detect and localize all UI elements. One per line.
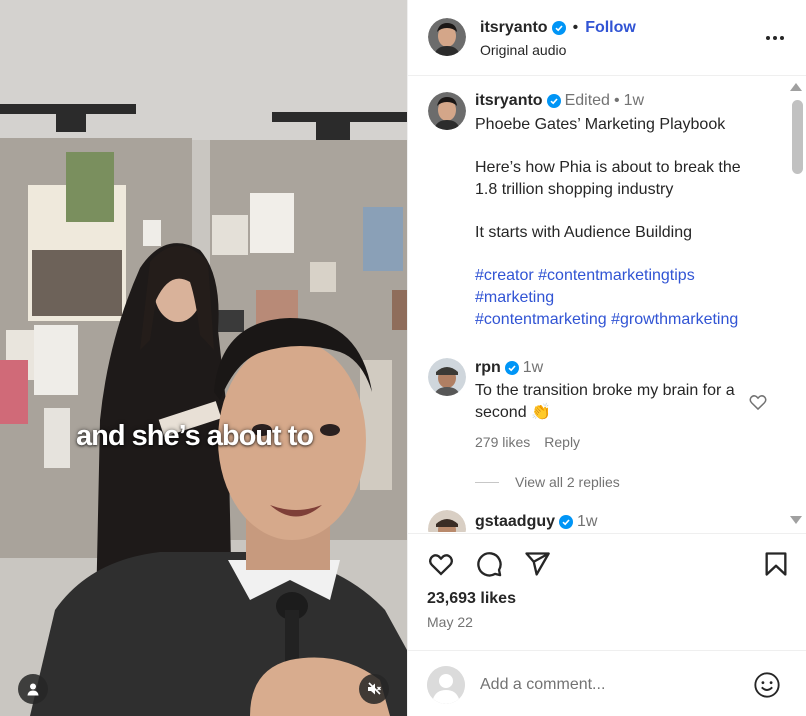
separator-dot: • — [613, 92, 620, 109]
replies-divider — [475, 481, 499, 483]
commenter-username[interactable]: gstaadguy — [475, 513, 555, 531]
separator-dot: • — [572, 19, 579, 36]
reel-video[interactable]: and she’s about to — [0, 0, 407, 716]
verified-badge-icon — [504, 361, 519, 375]
scroll-up-arrow[interactable] — [790, 83, 802, 91]
scroll-down-arrow[interactable] — [790, 516, 802, 524]
comment-composer — [408, 650, 806, 716]
post-header: itsryanto • Follow Original audio — [408, 0, 806, 76]
comment-header: rpn 1w — [475, 359, 543, 377]
video-frame — [0, 0, 407, 716]
commenter-avatar[interactable] — [428, 358, 466, 396]
add-comment-input[interactable] — [480, 673, 740, 697]
verified-badge-icon — [551, 21, 566, 35]
follow-button[interactable]: Follow — [585, 19, 636, 37]
edited-label: Edited — [564, 92, 610, 109]
comment-header: gstaadguy 1w — [475, 513, 597, 531]
scrollbar-thumb[interactable] — [792, 100, 803, 174]
user-icon — [27, 683, 39, 696]
video-caption-overlay: and she’s about to — [76, 420, 314, 452]
more-horizontal-icon — [766, 36, 784, 40]
like-comment-heart-icon[interactable] — [748, 392, 768, 412]
hashtag-link[interactable]: #creator — [475, 267, 534, 284]
comment-time[interactable]: 1w — [577, 513, 597, 531]
audio-link[interactable]: Original audio — [480, 42, 566, 58]
caption-line: Phoebe Gates’ Marketing Playbook — [475, 116, 726, 133]
hashtag-link[interactable]: #growthmarketing — [611, 311, 738, 328]
post-actions-bar: 23,693 likes May 22 — [408, 533, 806, 649]
emoji-smiley-icon[interactable] — [753, 671, 781, 699]
post-caption: Phoebe Gates’ Marketing Playbook Here’s … — [475, 114, 785, 331]
caption-line: 1.8 trillion shopping industry — [475, 181, 674, 198]
comments-scroll-area[interactable]: itsryanto Edited • 1w Phoebe Gates’ Mark… — [408, 77, 806, 532]
muted-speaker-icon — [368, 682, 381, 695]
comment-time[interactable]: 1w — [523, 359, 543, 377]
verified-badge-icon — [559, 515, 574, 529]
commenter-username[interactable]: rpn — [475, 359, 501, 377]
hashtag-link[interactable]: #contentmarketingtips — [538, 267, 695, 284]
view-replies-label: View all 2 replies — [515, 474, 620, 490]
post-likes-count[interactable]: 23,693 likes — [427, 590, 516, 608]
current-user-avatar — [427, 666, 465, 704]
more-options-button[interactable] — [763, 26, 787, 50]
post-side-panel: itsryanto • Follow Original audio itsrya… — [407, 0, 806, 716]
verified-badge-icon — [546, 94, 561, 108]
like-heart-icon[interactable] — [427, 550, 455, 578]
hashtag-link[interactable]: #contentmarketing — [475, 311, 607, 328]
comment-likes-count[interactable]: 279 likes — [475, 434, 530, 450]
post-date[interactable]: May 22 — [427, 614, 473, 630]
reply-button[interactable]: Reply — [544, 434, 580, 450]
author-avatar[interactable] — [428, 18, 466, 56]
caption-author-username[interactable]: itsryanto — [475, 92, 543, 110]
save-bookmark-icon[interactable] — [762, 550, 790, 578]
comment-bubble-icon[interactable] — [475, 550, 503, 578]
post-time[interactable]: 1w — [624, 92, 644, 110]
commenter-avatar[interactable] — [428, 510, 466, 532]
caption-line: Here’s how Phia is about to break the — [475, 159, 741, 176]
comment-actions: 279 likes Reply — [475, 434, 580, 450]
caption-author-avatar[interactable] — [428, 92, 466, 130]
caption-line: It starts with Audience Building — [475, 224, 693, 241]
view-replies-button[interactable]: View all 2 replies — [475, 474, 620, 490]
mute-toggle-button[interactable] — [359, 674, 389, 704]
hashtag-link[interactable]: #marketing — [475, 289, 554, 306]
tagged-users-button[interactable] — [18, 674, 48, 704]
share-send-icon[interactable] — [523, 550, 551, 578]
author-username[interactable]: itsryanto — [480, 19, 548, 37]
caption-header: itsryanto Edited • 1w — [475, 92, 644, 110]
comment-text: To the transition broke my brain for a s… — [475, 382, 735, 421]
